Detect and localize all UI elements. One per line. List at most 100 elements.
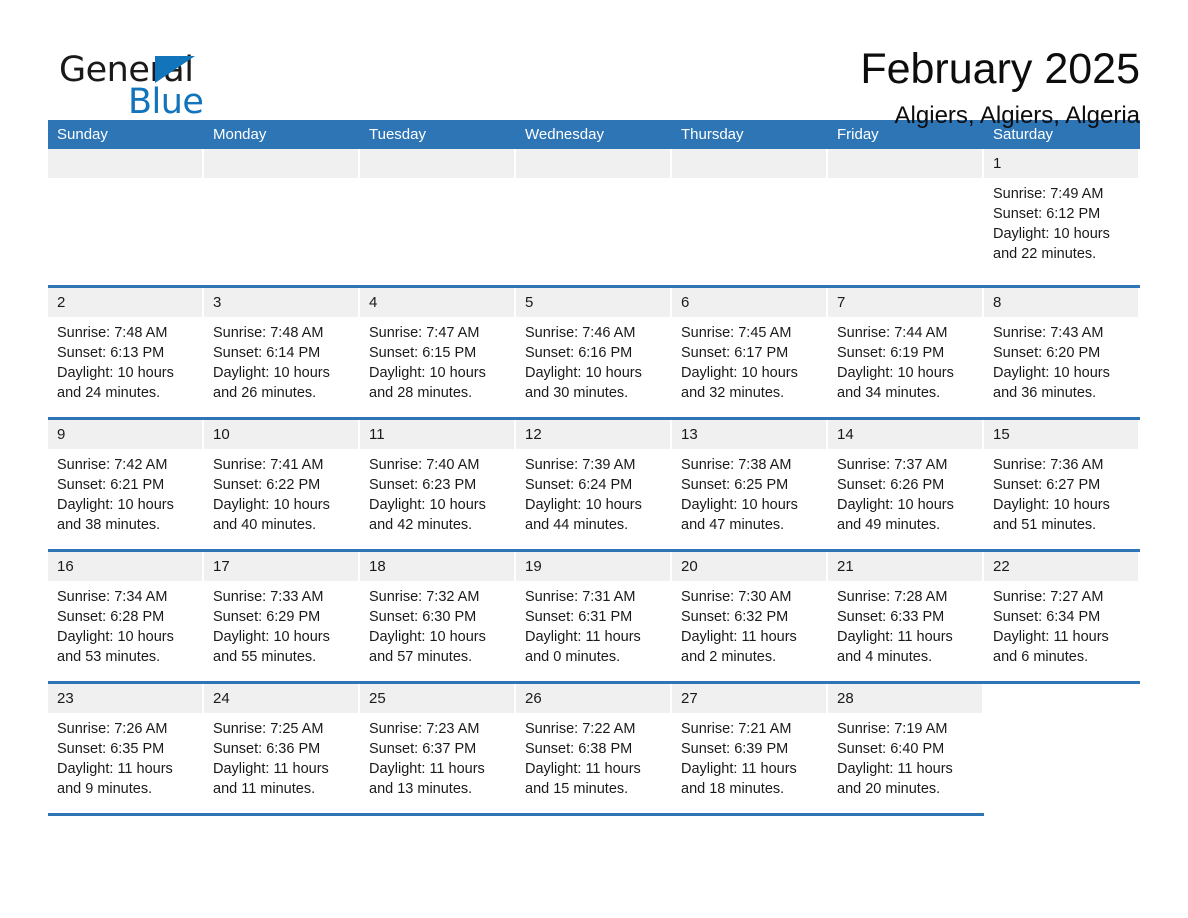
sunset-text: Sunset: 6:14 PM [213,345,321,361]
week-row: 1 Sunrise: 7:49 AM Sunset: 6:12 PM Dayli… [48,149,1140,285]
weekday-header-row: Sunday Monday Tuesday Wednesday Thursday… [48,120,1140,149]
day-number-band: 26 [516,684,670,713]
day-number [48,155,57,172]
sunset-text: Sunset: 6:37 PM [369,741,477,757]
day-details: Sunrise: 7:30 AM Sunset: 6:32 PM Dayligh… [672,581,828,667]
daylight-text-line2: and 47 minutes. [681,517,785,533]
day-cell: 15 Sunrise: 7:36 AM Sunset: 6:27 PM Dayl… [984,420,1140,549]
daylight-text-line1: Daylight: 10 hours [213,629,330,645]
day-cell: 7 Sunrise: 7:44 AM Sunset: 6:19 PM Dayli… [828,288,984,417]
day-number: 4 [369,294,378,311]
sunset-text: Sunset: 6:36 PM [213,741,321,757]
day-details: Sunrise: 7:34 AM Sunset: 6:28 PM Dayligh… [48,581,204,667]
sunset-text: Sunset: 6:21 PM [57,477,165,493]
weekday-header-sunday: Sunday [57,126,108,143]
daylight-text-line1: Daylight: 10 hours [57,365,174,381]
daylight-text-line1: Daylight: 10 hours [681,497,798,513]
weekday-header-thursday: Thursday [681,126,744,143]
sunrise-text: Sunrise: 7:23 AM [369,721,480,737]
day-details: Sunrise: 7:19 AM Sunset: 6:40 PM Dayligh… [828,713,984,799]
page-header: General Blue February 2025 Algiers, Algi… [48,0,1140,129]
day-number-band [828,149,982,178]
day-number [672,155,681,172]
day-number-band: 24 [204,684,358,713]
day-number-band: 6 [672,288,826,317]
day-number: 22 [993,558,1010,575]
sunset-text: Sunset: 6:38 PM [525,741,633,757]
day-details: Sunrise: 7:47 AM Sunset: 6:15 PM Dayligh… [360,317,516,403]
daylight-text-line1: Daylight: 10 hours [525,497,642,513]
day-number-band: 16 [48,552,202,581]
sunrise-text: Sunrise: 7:30 AM [681,589,792,605]
day-number: 26 [525,690,542,707]
day-number: 14 [837,426,854,443]
day-number-band: 20 [672,552,826,581]
daylight-text-line1: Daylight: 10 hours [837,365,954,381]
day-number: 17 [213,558,230,575]
sunset-text: Sunset: 6:30 PM [369,609,477,625]
day-number-band: 15 [984,420,1138,449]
daylight-text-line2: and 24 minutes. [57,385,161,401]
day-number-band: 25 [360,684,514,713]
logo-triangle-icon [155,56,195,83]
sunset-text: Sunset: 6:17 PM [681,345,789,361]
day-number-band: 13 [672,420,826,449]
day-number: 8 [993,294,1002,311]
sunrise-text: Sunrise: 7:47 AM [369,325,480,341]
daylight-text-line1: Daylight: 10 hours [525,365,642,381]
day-cell: 19 Sunrise: 7:31 AM Sunset: 6:31 PM Dayl… [516,552,672,681]
day-number: 2 [57,294,66,311]
daylight-text-line1: Daylight: 11 hours [837,629,953,645]
day-cell: 16 Sunrise: 7:34 AM Sunset: 6:28 PM Dayl… [48,552,204,681]
sunset-text: Sunset: 6:39 PM [681,741,789,757]
sunset-text: Sunset: 6:28 PM [57,609,165,625]
sunrise-text: Sunrise: 7:37 AM [837,457,948,473]
day-number-band: 19 [516,552,670,581]
daylight-text-line2: and 6 minutes. [993,649,1089,665]
day-number: 19 [525,558,542,575]
sunset-text: Sunset: 6:31 PM [525,609,633,625]
daylight-text-line2: and 2 minutes. [681,649,777,665]
daylight-text-line2: and 30 minutes. [525,385,629,401]
day-number-band: 1 [984,149,1138,178]
day-number [360,155,369,172]
day-details: Sunrise: 7:39 AM Sunset: 6:24 PM Dayligh… [516,449,672,535]
daylight-text-line2: and 22 minutes. [993,246,1097,262]
day-cell: 22 Sunrise: 7:27 AM Sunset: 6:34 PM Dayl… [984,552,1140,681]
daylight-text-line2: and 20 minutes. [837,781,941,797]
day-number-band [204,149,358,178]
day-details [48,178,204,184]
day-details [360,178,516,184]
generalblue-logo: General Blue [48,44,248,122]
day-cell: 6 Sunrise: 7:45 AM Sunset: 6:17 PM Dayli… [672,288,828,417]
day-number: 7 [837,294,846,311]
day-number: 24 [213,690,230,707]
day-number: 16 [57,558,74,575]
day-details: Sunrise: 7:45 AM Sunset: 6:17 PM Dayligh… [672,317,828,403]
day-cell: 18 Sunrise: 7:32 AM Sunset: 6:30 PM Dayl… [360,552,516,681]
daylight-text-line2: and 11 minutes. [213,781,316,797]
day-details: Sunrise: 7:23 AM Sunset: 6:37 PM Dayligh… [360,713,516,799]
day-number-band [360,149,514,178]
day-cell: 8 Sunrise: 7:43 AM Sunset: 6:20 PM Dayli… [984,288,1140,417]
sunset-text: Sunset: 6:35 PM [57,741,165,757]
daylight-text-line2: and 44 minutes. [525,517,629,533]
sunset-text: Sunset: 6:15 PM [369,345,477,361]
sunrise-text: Sunrise: 7:36 AM [993,457,1104,473]
day-number-band: 2 [48,288,202,317]
day-number: 28 [837,690,854,707]
day-number-band: 3 [204,288,358,317]
page-title: February 2025 [860,45,1140,93]
sunrise-text: Sunrise: 7:45 AM [681,325,792,341]
daylight-text-line1: Daylight: 11 hours [681,629,797,645]
weekday-header-wednesday: Wednesday [525,126,604,143]
day-cell [48,149,204,285]
daylight-text-line2: and 0 minutes. [525,649,621,665]
day-number: 21 [837,558,854,575]
sunset-text: Sunset: 6:32 PM [681,609,789,625]
day-number: 27 [681,690,698,707]
day-number-band: 4 [360,288,514,317]
daylight-text-line1: Daylight: 10 hours [993,497,1110,513]
sunrise-text: Sunrise: 7:43 AM [993,325,1104,341]
day-details: Sunrise: 7:38 AM Sunset: 6:25 PM Dayligh… [672,449,828,535]
